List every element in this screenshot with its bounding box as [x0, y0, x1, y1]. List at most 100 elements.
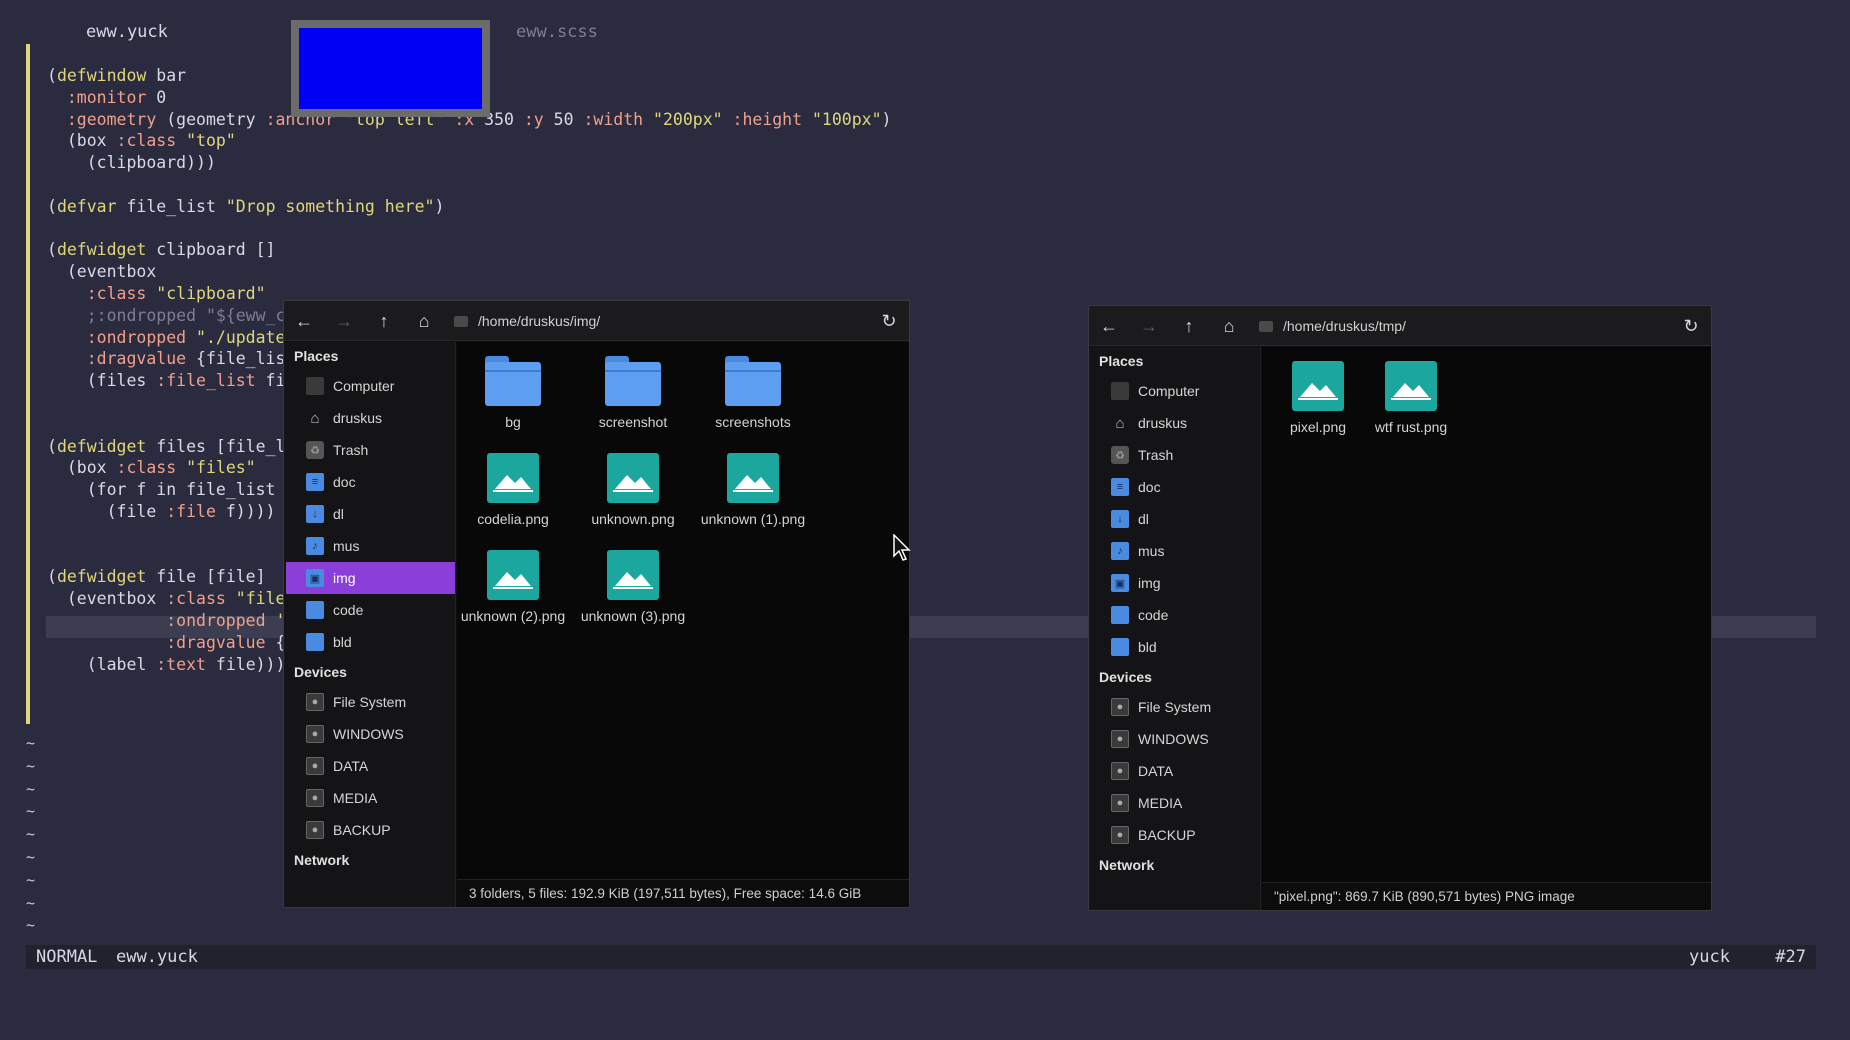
code-token: file_list: [116, 196, 226, 216]
file-name: unknown.png: [591, 511, 675, 527]
file-item[interactable]: unknown.png: [573, 453, 693, 527]
folder-documents-icon: ≡: [306, 473, 324, 491]
file-name: wtf rust.png: [1374, 419, 1448, 435]
home-button[interactable]: ⌂: [1209, 306, 1249, 346]
back-button[interactable]: ←: [1089, 306, 1129, 346]
file-item[interactable]: unknown (1).png: [693, 453, 813, 527]
git-change-gutter: [26, 44, 30, 724]
sidebar-device-media[interactable]: ● MEDIA: [1091, 787, 1260, 819]
code-token: (eventbox: [47, 589, 167, 609]
sidebar-device-backup[interactable]: ● BACKUP: [1091, 819, 1260, 851]
code-token: :monitor: [47, 87, 147, 107]
code-token: (file: [47, 501, 167, 521]
sidebar-item-trash[interactable]: ♻ Trash: [286, 434, 455, 466]
file-manager-img: ← → ↑ ⌂ /home/druskus/img/ ↻ Places Compu…: [283, 300, 910, 908]
drive-icon: ●: [306, 757, 324, 775]
sidebar-item-bld[interactable]: bld: [286, 626, 455, 658]
sidebar-device-backup[interactable]: ● BACKUP: [286, 814, 455, 846]
drive-icon: ●: [306, 821, 324, 839]
sidebar-item-img[interactable]: ▣ img: [1091, 567, 1260, 599]
code-line[interactable]: (defvar file_list "Drop something here"): [47, 196, 891, 218]
tab-eww-scss[interactable]: eww.scss: [516, 22, 598, 42]
file-item[interactable]: wtf rust.png: [1351, 361, 1471, 435]
code-token: defwindow: [56, 66, 147, 85]
sidebar-item-computer[interactable]: Computer: [1091, 375, 1260, 407]
reload-button[interactable]: ↻: [875, 301, 903, 341]
up-button[interactable]: ↑: [1169, 306, 1209, 346]
folder-documents-icon: ≡: [1111, 478, 1129, 496]
code-token: (box: [47, 458, 117, 478]
sidebar-item-druskus[interactable]: ⌂ druskus: [1091, 407, 1260, 439]
empty-line-tilde: ~: [26, 756, 36, 775]
sidebar-item-img[interactable]: ▣ img: [286, 562, 455, 594]
code-token: :height: [732, 109, 803, 129]
code-line[interactable]: [47, 174, 891, 196]
status-filetype: yuck: [1689, 947, 1730, 967]
drive-icon: ●: [1111, 730, 1129, 748]
sidebar-device-windows[interactable]: ● WINDOWS: [286, 718, 455, 750]
image-file-icon: [487, 550, 539, 600]
sidebar-item-dl[interactable]: ↓ dl: [1091, 503, 1260, 535]
sidebar-item-mus[interactable]: ♪ mus: [286, 530, 455, 562]
sidebar-item-dl[interactable]: ↓ dl: [286, 498, 455, 530]
sidebar-device-file-system[interactable]: ● File System: [1091, 691, 1260, 723]
sidebar-device-file-system[interactable]: ● File System: [286, 686, 455, 718]
location-bar[interactable]: /home/druskus/img/: [454, 301, 600, 341]
sidebar-device-data[interactable]: ● DATA: [286, 750, 455, 782]
file-item[interactable]: unknown (3).png: [573, 550, 693, 624]
code-token: "top": [176, 131, 236, 151]
toolbar: ← → ↑ ⌂ /home/druskus/img/ ↻: [284, 301, 909, 341]
eww-clipboard-window[interactable]: [291, 20, 490, 117]
code-token: "Drop something here": [225, 196, 435, 216]
sidebar-item-label: Trash: [333, 442, 369, 458]
toolbar: ← → ↑ ⌂ /home/druskus/tmp/ ↻: [1089, 306, 1711, 346]
sidebar-item-bld[interactable]: bld: [1091, 631, 1260, 663]
tab-eww-yuck[interactable]: eww.yuck: [86, 22, 168, 42]
folder-item[interactable]: screenshots: [693, 356, 813, 430]
code-line[interactable]: (box :class "top": [47, 130, 891, 152]
code-line[interactable]: [47, 218, 891, 240]
file-item[interactable]: codelia.png: [453, 453, 573, 527]
sidebar-device-media[interactable]: ● MEDIA: [286, 782, 455, 814]
code-line[interactable]: (clipboard))): [47, 152, 891, 174]
folder-item[interactable]: bg: [453, 356, 573, 430]
home-button[interactable]: ⌂: [404, 301, 444, 341]
code-token: :ondropped: [47, 327, 187, 347]
sidebar-device-data[interactable]: ● DATA: [1091, 755, 1260, 787]
sidebar-item-doc[interactable]: ≡ doc: [1091, 471, 1260, 503]
sidebar-item-code[interactable]: code: [286, 594, 455, 626]
code-line[interactable]: (defwidget clipboard []: [47, 239, 891, 261]
folder-icon: [1111, 606, 1129, 624]
sidebar-item-mus[interactable]: ♪ mus: [1091, 535, 1260, 567]
up-button[interactable]: ↑: [364, 301, 404, 341]
folder-music-icon: ♪: [306, 537, 324, 555]
file-item[interactable]: unknown (2).png: [453, 550, 573, 624]
reload-button[interactable]: ↻: [1677, 306, 1705, 346]
sidebar-item-code[interactable]: code: [1091, 599, 1260, 631]
code-token: (geometry: [156, 109, 266, 129]
sidebar-item-doc[interactable]: ≡ doc: [286, 466, 455, 498]
code-token: :file_list: [156, 371, 256, 391]
location-bar[interactable]: /home/druskus/tmp/: [1259, 306, 1406, 346]
code-token: f)))): [215, 501, 276, 521]
forward-button[interactable]: →: [1129, 306, 1169, 346]
code-line[interactable]: (eventbox: [47, 261, 891, 283]
sidebar-item-label: doc: [1138, 479, 1161, 495]
folder-item[interactable]: screenshot: [573, 356, 693, 430]
sidebar-item-trash[interactable]: ♻ Trash: [1091, 439, 1260, 471]
drive-icon: ●: [306, 725, 324, 743]
file-view[interactable]: bg screenshot screenshots codelia.png unknow…: [457, 342, 909, 907]
empty-line-tilde: ~: [26, 893, 36, 912]
code-token: :dragvalue: [47, 349, 187, 369]
eww-drop-area[interactable]: [299, 28, 482, 109]
back-button[interactable]: ←: [284, 301, 324, 341]
folder-icon: [1111, 638, 1129, 656]
sidebar-item-label: BACKUP: [333, 822, 391, 838]
sidebar-device-windows[interactable]: ● WINDOWS: [1091, 723, 1260, 755]
sidebar-item-druskus[interactable]: ⌂ druskus: [286, 402, 455, 434]
file-view[interactable]: pixel.png wtf rust.png: [1262, 347, 1711, 910]
sidebar-item-computer[interactable]: Computer: [286, 370, 455, 402]
forward-button[interactable]: →: [324, 301, 364, 341]
code-token: clipboard []: [146, 240, 276, 260]
status-filename: eww.yuck: [116, 947, 198, 967]
